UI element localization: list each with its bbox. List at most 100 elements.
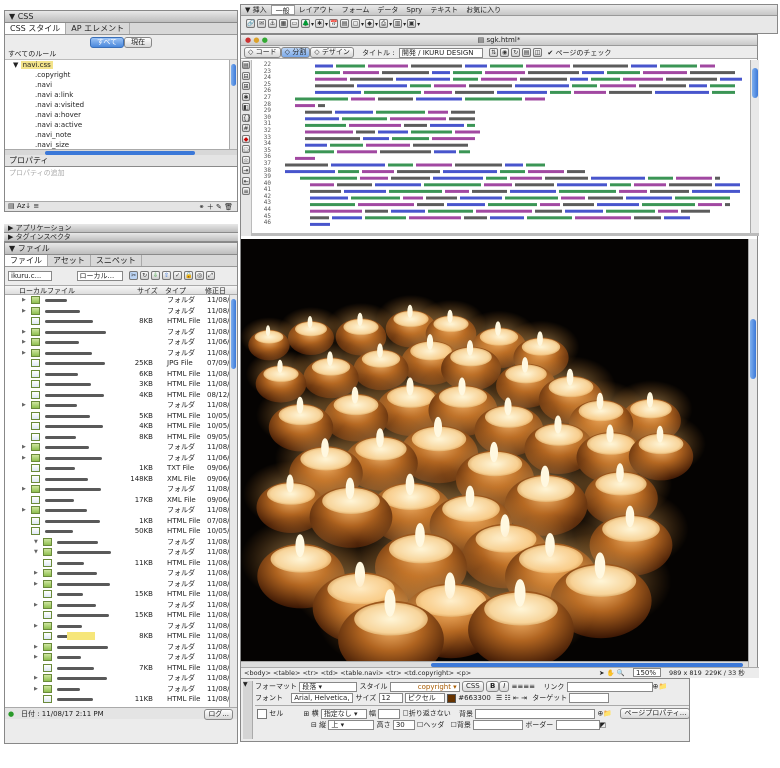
file-row[interactable]: 148KB XML File 09/06/11: [5, 474, 237, 485]
insert-tab[interactable]: レイアウト: [295, 5, 338, 15]
file-row[interactable]: 1KB TXT File 09/06/11: [5, 463, 237, 474]
file-row[interactable]: ▶ フォルダ 11/08/17: [5, 652, 237, 663]
tag-inspector-panel-header[interactable]: ▶ タグインスペクタ: [4, 233, 238, 242]
window-controls[interactable]: ● ● ●: [245, 35, 268, 46]
select-parent-icon[interactable]: ◧: [242, 103, 250, 111]
file-row[interactable]: ▶ フォルダ 11/08/17: [5, 579, 237, 590]
expand-all-icon[interactable]: ✱: [242, 92, 250, 101]
height-input[interactable]: 30: [392, 720, 415, 730]
preview-browser-icon[interactable]: ◉: [500, 48, 510, 57]
design-vscrollbar[interactable]: [748, 239, 757, 667]
file-row[interactable]: 15KB HTML File 11/08/17: [5, 610, 237, 621]
file-row[interactable]: 11KB HTML File 11/08/17: [5, 694, 237, 705]
refresh-design-icon[interactable]: ↻: [511, 48, 521, 57]
inspector-collapse[interactable]: ▼: [243, 681, 253, 739]
disclosure-triangle-icon[interactable]: ▶: [34, 673, 38, 683]
panel-action-icons[interactable]: ⚭ ＋ ✎ 🗑: [199, 202, 233, 212]
insert-tab[interactable]: お気に入り: [462, 5, 505, 15]
disclosure-triangle-icon[interactable]: ▶: [22, 337, 26, 347]
vert-select[interactable]: 上 ▾: [328, 720, 375, 730]
file-row[interactable]: ▶ フォルダ 11/08/17: [5, 600, 237, 611]
font-select[interactable]: Arial, Helvetica, s: [291, 693, 354, 703]
file-row[interactable]: ▶ フォルダ 11/08/17: [5, 400, 237, 411]
link-input[interactable]: [566, 681, 653, 692]
css-rule-item[interactable]: .navi: [5, 80, 237, 90]
border-swatch-icon[interactable]: ◩: [600, 721, 607, 729]
stylesheet-item[interactable]: navi.css: [20, 61, 53, 69]
page-properties-button[interactable]: ページプロパティ...: [620, 708, 691, 719]
css-button[interactable]: CSS: [461, 681, 484, 692]
collapse-triangle-icon[interactable]: ▼: [13, 61, 21, 69]
file-row[interactable]: ▶ フォルダ 11/08/17: [5, 505, 237, 516]
view-toggle-icons[interactable]: ▤ Az↓ ≡: [8, 202, 39, 210]
select-tool-icon[interactable]: ➤ ✋ 🔍: [599, 668, 625, 678]
css-rule-item[interactable]: .copyright: [5, 70, 237, 80]
file-row[interactable]: 17KB XML File 09/06/04: [5, 495, 237, 506]
file-row[interactable]: 50KB HTML File 10/05/15: [5, 526, 237, 537]
tab-files[interactable]: ファイル: [5, 255, 48, 266]
insert-bar-header[interactable]: ▼ 挿入: [241, 5, 271, 15]
disclosure-triangle-icon[interactable]: ▶: [34, 600, 38, 610]
disclosure-triangle-icon[interactable]: ▶: [22, 442, 26, 452]
collapse-selection-icon[interactable]: ⊞: [242, 82, 250, 90]
color-swatch[interactable]: [446, 693, 456, 703]
file-row[interactable]: 1KB HTML File 07/08/01: [5, 516, 237, 527]
tab-assets[interactable]: アセット: [48, 255, 91, 266]
connect-icon[interactable]: ✂: [129, 271, 139, 280]
disclosure-triangle-icon[interactable]: ▶: [34, 621, 38, 631]
add-property-link[interactable]: プロパティの追加: [5, 167, 237, 201]
image-icon[interactable]: 🌲: [301, 19, 310, 28]
file-row[interactable]: ▶ フォルダ 11/08/16: [5, 484, 237, 495]
outdent-icon[interactable]: ⇤: [242, 176, 250, 185]
css-rule-item[interactable]: .navi a:link: [5, 90, 237, 100]
bg-image-input[interactable]: [475, 708, 596, 719]
split-view-button[interactable]: ◇ 分割: [280, 47, 311, 58]
disclosure-triangle-icon[interactable]: ▶: [34, 642, 38, 652]
file-row[interactable]: 5KB HTML File 10/05/07: [5, 411, 237, 422]
css-rule-item[interactable]: .navi_size: [5, 140, 237, 149]
all-mode-button[interactable]: すべて: [89, 37, 125, 48]
file-row[interactable]: ▼ フォルダ 11/08/17: [5, 547, 237, 558]
collapse-tag-icon[interactable]: ⊟: [242, 71, 250, 80]
file-row[interactable]: 15KB HTML File 11/08/17: [5, 589, 237, 600]
comment-icon[interactable]: ▢: [351, 19, 361, 28]
disclosure-triangle-icon[interactable]: ▶: [22, 400, 26, 410]
code-view-button[interactable]: ◇ コード: [244, 47, 281, 58]
bg-folder-icon[interactable]: 📁: [603, 710, 612, 718]
disclosure-triangle-icon[interactable]: ▶: [34, 579, 38, 589]
tag-selector[interactable]: <body> <table> <tr> <td> <table.navi> <t…: [244, 668, 471, 678]
view-select[interactable]: ローカル...: [76, 270, 123, 281]
head-icon[interactable]: ◆: [365, 19, 375, 28]
div-icon[interactable]: ▭: [290, 19, 299, 28]
file-row[interactable]: 6KB HTML File 11/08/16: [5, 369, 237, 380]
size-select[interactable]: 12: [378, 693, 403, 703]
file-row[interactable]: 11KB HTML File 11/08/17: [5, 558, 237, 569]
disclosure-triangle-icon[interactable]: ▼: [34, 547, 38, 557]
bold-button[interactable]: B: [485, 681, 500, 692]
code-scrollbar[interactable]: [750, 60, 759, 233]
table-icon[interactable]: ▦: [279, 19, 288, 28]
date-icon[interactable]: 📅: [329, 19, 339, 28]
file-row[interactable]: ▶ フォルダ 11/08/16: [5, 306, 237, 317]
disclosure-triangle-icon[interactable]: ▶: [22, 306, 26, 316]
template-icon[interactable]: ▥: [393, 19, 403, 28]
file-row[interactable]: 4KB HTML File 08/12/07: [5, 390, 237, 401]
justify-icon[interactable]: ≡: [529, 683, 535, 691]
media-icon[interactable]: ✱: [315, 19, 325, 28]
file-list-scrollbar[interactable]: [229, 295, 237, 707]
visual-aids-icon[interactable]: ◫: [533, 48, 543, 57]
current-mode-button[interactable]: 現在: [124, 37, 153, 48]
disclosure-triangle-icon[interactable]: ▼: [34, 537, 38, 547]
file-row[interactable]: ▶ フォルダ 11/08/16: [5, 442, 237, 453]
server-include-icon[interactable]: ▤: [340, 19, 350, 28]
design-view[interactable]: [241, 239, 749, 661]
unit-select[interactable]: ピクセル: [404, 693, 445, 703]
view-options-icon[interactable]: ▤: [522, 48, 532, 57]
disclosure-triangle-icon[interactable]: ▶: [22, 348, 26, 358]
email-link-icon[interactable]: ✉: [257, 19, 266, 28]
applications-panel-header[interactable]: ▶ アプリケーション: [4, 224, 238, 233]
file-row[interactable]: 3KB HTML File 11/08/17: [5, 379, 237, 390]
bg-color-input[interactable]: [473, 720, 524, 730]
file-row[interactable]: 7KB HTML File 11/08/17: [5, 663, 237, 674]
insert-tab[interactable]: データ: [373, 5, 402, 15]
